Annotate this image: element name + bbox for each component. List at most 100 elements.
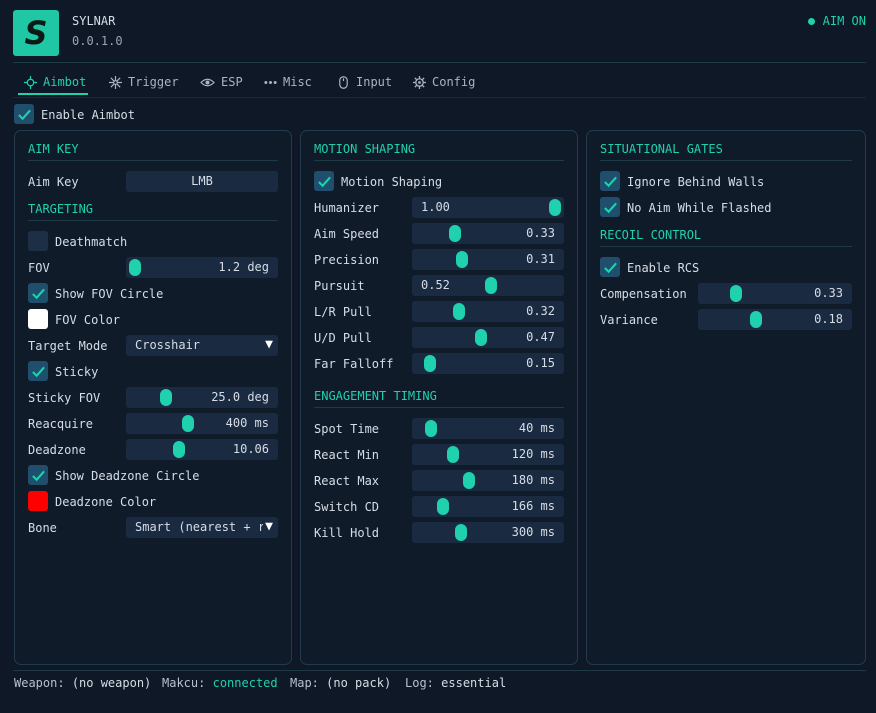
tab-label: ESP xyxy=(221,75,243,89)
situational-gates-section-title: SITUATIONAL GATES xyxy=(600,142,723,156)
slider-knob[interactable] xyxy=(750,311,762,328)
slider-knob[interactable] xyxy=(730,285,742,302)
pursuit-value: 0.52 xyxy=(421,278,450,292)
fov-color-label: FOV Color xyxy=(55,313,121,327)
show-fov-circle-checkbox[interactable] xyxy=(28,283,48,303)
enable-rcs-checkbox[interactable] xyxy=(600,257,620,277)
tab-label: Input xyxy=(356,75,393,89)
tab-aimbot[interactable]: Aimbot xyxy=(24,72,86,92)
pursuit-label: Pursuit xyxy=(314,279,365,293)
slider-knob[interactable] xyxy=(475,329,487,346)
map-value: (no pack) xyxy=(326,676,392,690)
fov-slider[interactable]: 1.2 deg xyxy=(126,257,278,278)
checkmark-icon xyxy=(317,176,331,187)
show-deadzone-circle-checkbox[interactable] xyxy=(28,465,48,485)
deadzone-value: 10.06 xyxy=(232,442,269,456)
switch-cd-slider[interactable]: 166 ms xyxy=(412,496,564,517)
precision-slider[interactable]: 0.31 xyxy=(412,249,564,270)
tab-misc[interactable]: Misc xyxy=(264,72,312,92)
checkmark-icon xyxy=(17,109,31,120)
deadzone-color-swatch[interactable] xyxy=(28,491,48,511)
fov-color-swatch[interactable] xyxy=(28,309,48,329)
react-max-slider[interactable]: 180 ms xyxy=(412,470,564,491)
ud-pull-value: 0.47 xyxy=(526,330,555,344)
aim-key-button[interactable]: LMB xyxy=(126,171,278,192)
slider-knob[interactable] xyxy=(455,524,467,541)
precision-label: Precision xyxy=(314,253,380,267)
aim-speed-value: 0.33 xyxy=(526,226,555,240)
log-label: Log: xyxy=(405,676,434,690)
slider-knob[interactable] xyxy=(424,355,436,372)
compensation-slider[interactable]: 0.33 xyxy=(698,283,852,304)
precision-value: 0.31 xyxy=(526,252,555,266)
deathmatch-checkbox[interactable] xyxy=(28,231,48,251)
aim-key-label: Aim Key xyxy=(28,175,79,189)
bone-dropdown[interactable]: Smart (nearest + r ▼ xyxy=(126,517,278,538)
kill-hold-slider[interactable]: 300 ms xyxy=(412,522,564,543)
footer-makcu: Makcu: connected xyxy=(162,676,278,690)
weapon-value: (no weapon) xyxy=(71,676,152,690)
variance-slider[interactable]: 0.18 xyxy=(698,309,852,330)
slider-knob[interactable] xyxy=(549,199,561,216)
sticky-checkbox[interactable] xyxy=(28,361,48,381)
slider-knob[interactable] xyxy=(425,420,437,437)
enable-aimbot-checkbox[interactable] xyxy=(14,104,34,124)
slider-knob[interactable] xyxy=(453,303,465,320)
deathmatch-label: Deathmatch xyxy=(55,235,128,249)
tab-label: Trigger xyxy=(128,75,179,89)
tab-input[interactable]: Input xyxy=(337,72,392,92)
slider-knob[interactable] xyxy=(129,259,141,276)
ignore-behind-walls-checkbox[interactable] xyxy=(600,171,620,191)
tab-label: Aimbot xyxy=(43,75,87,89)
tab-trigger[interactable]: Trigger xyxy=(109,72,179,92)
slider-knob[interactable] xyxy=(182,415,194,432)
active-tab-underline xyxy=(18,93,88,95)
section-divider xyxy=(314,160,564,161)
fov-label: FOV xyxy=(28,261,50,275)
show-fov-circle-label: Show FOV Circle xyxy=(55,287,164,301)
slider-knob[interactable] xyxy=(463,472,475,489)
lr-pull-slider[interactable]: 0.32 xyxy=(412,301,564,322)
reacquire-slider[interactable]: 400 ms xyxy=(126,413,278,434)
slider-knob[interactable] xyxy=(485,277,497,294)
far-falloff-label: Far Falloff xyxy=(314,357,394,371)
pursuit-slider[interactable]: 0.52 xyxy=(412,275,564,296)
slider-knob[interactable] xyxy=(160,389,172,406)
tab-config[interactable]: Config xyxy=(413,72,475,92)
section-divider xyxy=(600,160,852,161)
enable-rcs-label: Enable RCS xyxy=(627,261,700,275)
aim-speed-slider[interactable]: 0.33 xyxy=(412,223,564,244)
engagement-timing-section-title: ENGAGEMENT TIMING xyxy=(314,389,437,403)
deadzone-slider[interactable]: 10.06 xyxy=(126,439,278,460)
slider-knob[interactable] xyxy=(437,498,449,515)
ud-pull-slider[interactable]: 0.47 xyxy=(412,327,564,348)
no-aim-while-flashed-checkbox[interactable] xyxy=(600,197,620,217)
sticky-fov-label: Sticky FOV xyxy=(28,391,101,405)
bone-value: Smart (nearest + r xyxy=(135,520,266,534)
sticky-fov-slider[interactable]: 25.0 deg xyxy=(126,387,278,408)
status-dot-icon xyxy=(807,17,815,25)
section-divider xyxy=(28,220,278,221)
humanizer-slider[interactable]: 1.00 xyxy=(412,197,564,218)
target-mode-dropdown[interactable]: Crosshair ▼ xyxy=(126,335,278,356)
tab-esp[interactable]: ESP xyxy=(200,72,243,92)
react-min-slider[interactable]: 120 ms xyxy=(412,444,564,465)
app-version: 0.0.1.0 xyxy=(72,34,123,48)
lr-pull-label: L/R Pull xyxy=(314,305,372,319)
aim-status-indicator: AIM ON xyxy=(807,14,866,28)
react-min-label: React Min xyxy=(314,448,380,462)
checkmark-icon xyxy=(603,262,617,273)
spot-time-slider[interactable]: 40 ms xyxy=(412,418,564,439)
footer-weapon: Weapon: (no weapon) xyxy=(14,676,151,690)
crosshair-icon xyxy=(24,75,37,89)
compensation-label: Compensation xyxy=(600,287,687,301)
slider-knob[interactable] xyxy=(173,441,185,458)
slider-knob[interactable] xyxy=(456,251,468,268)
motion-shaping-checkbox[interactable] xyxy=(314,171,334,191)
far-falloff-slider[interactable]: 0.15 xyxy=(412,353,564,374)
burst-icon xyxy=(109,75,122,89)
slider-knob[interactable] xyxy=(447,446,459,463)
sticky-fov-value: 25.0 deg xyxy=(211,390,269,404)
slider-knob[interactable] xyxy=(449,225,461,242)
motion-shaping-label: Motion Shaping xyxy=(341,175,443,189)
